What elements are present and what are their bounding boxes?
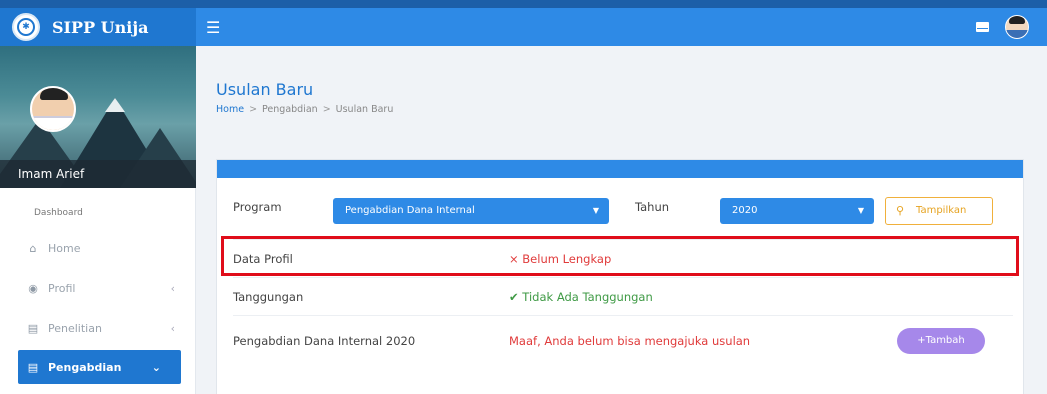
breadcrumb: Home > Pengabdian > Usulan Baru (216, 104, 394, 115)
sidebar-item-label: Pengabdian (48, 360, 122, 374)
sidebar-item-label: Penelitian (48, 321, 102, 335)
table-row: Tanggungan ✔ Tidak Ada Tanggungan (233, 277, 1013, 315)
brand[interactable]: ✱ SIPP Unija (0, 8, 196, 46)
sidebar-user-name: Imam Arief (0, 160, 196, 188)
top-right-actions (976, 15, 1047, 39)
breadcrumb-current: Usulan Baru (335, 104, 394, 115)
tambah-button[interactable]: +Tambah (897, 328, 985, 354)
user-avatar[interactable] (1005, 15, 1029, 39)
home-icon: ⌂ (29, 241, 37, 255)
usulan-card: Program Pengabdian Dana Internal ▼ Tahun… (216, 159, 1024, 394)
search-icon: ⚲ (896, 204, 905, 217)
profile-banner: Imam Arief (0, 46, 196, 188)
menu-section-label: Dashboard (34, 208, 83, 218)
breadcrumb-home[interactable]: Home (216, 104, 244, 115)
sidebar-avatar (30, 86, 76, 132)
row-label: Tanggungan (233, 290, 304, 304)
sidebar-item-pengabdian[interactable]: ▤ Pengabdian ⌄ (18, 350, 181, 384)
caret-down-icon: ▼ (857, 206, 864, 215)
caret-down-icon: ▼ (592, 206, 599, 215)
chevron-left-icon: ‹ (170, 321, 175, 335)
sidebar: Imam Arief Dashboard ⌂ Home ◉ Profil ‹ ▤… (0, 46, 196, 394)
highlight-box (221, 236, 1019, 276)
table-row: Pengabdian Dana Internal 2020 Maaf, Anda… (233, 315, 1013, 365)
sidebar-item-penelitian[interactable]: ▤ Penelitian ‹ (0, 308, 195, 348)
tahun-select[interactable]: 2020 ▼ (720, 198, 874, 224)
tahun-label: Tahun (635, 200, 670, 214)
program-label: Program (233, 200, 282, 214)
top-navbar: ✱ SIPP Unija ☰ (0, 0, 1047, 46)
doc-icon: ▤ (27, 321, 39, 335)
app-title: SIPP Unija (52, 17, 149, 37)
sidebar-item-profil[interactable]: ◉ Profil ‹ (0, 268, 195, 308)
program-select[interactable]: Pengabdian Dana Internal ▼ (333, 198, 609, 224)
sidebar-item-label: Profil (48, 281, 76, 295)
chevron-left-icon: ‹ (170, 281, 175, 295)
main-content: Usulan Baru Home > Pengabdian > Usulan Baru … (196, 46, 1047, 394)
mail-icon[interactable] (976, 22, 989, 32)
doc-icon: ▤ (27, 360, 39, 374)
chevron-down-icon: ⌄ (151, 360, 161, 374)
user-circle-icon: ◉ (28, 281, 38, 295)
sidebar-item-label: Home (48, 241, 81, 255)
breadcrumb-pengabdian[interactable]: Pengabdian (262, 104, 318, 115)
page-title: Usulan Baru (216, 80, 314, 99)
status-text: Maaf, Anda belum bisa mengajuka usulan (509, 334, 751, 348)
status-text: ✔ Tidak Ada Tanggungan (509, 290, 653, 304)
filter-form: Program Pengabdian Dana Internal ▼ Tahun… (233, 196, 1013, 228)
hamburger-icon[interactable]: ☰ (206, 18, 220, 37)
sidebar-item-home[interactable]: ⌂ Home (0, 228, 195, 268)
tampilkan-button[interactable]: ⚲ Tampilkan (885, 197, 993, 225)
university-logo: ✱ (12, 13, 40, 41)
card-header (217, 160, 1023, 178)
row-label: Pengabdian Dana Internal 2020 (233, 334, 416, 348)
